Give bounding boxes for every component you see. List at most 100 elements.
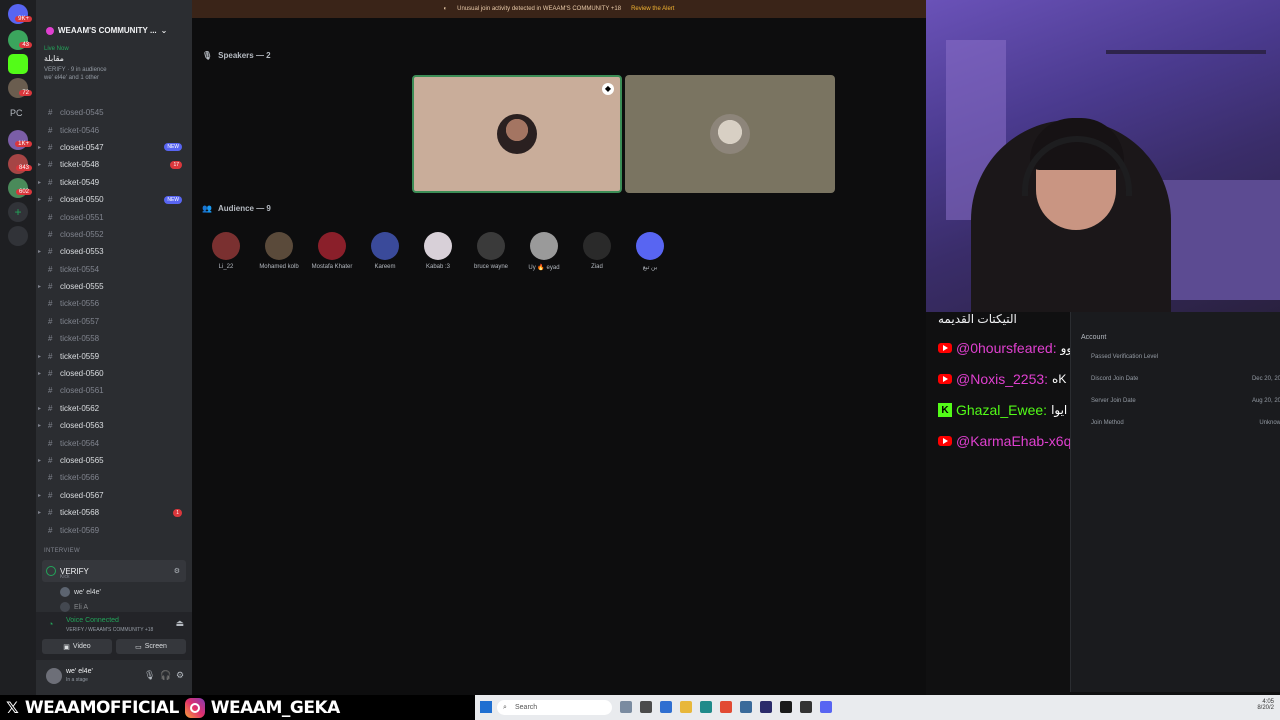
expand-arrow-icon[interactable]: ▸	[38, 457, 41, 464]
taskbar-app-icon[interactable]	[640, 701, 652, 713]
channel-item[interactable]: # ticket-0558	[36, 330, 192, 347]
audience-member[interactable]: Kabab :3	[413, 232, 463, 270]
add-server-icon[interactable]: +	[8, 202, 28, 222]
audience-member[interactable]: Ziad	[572, 232, 622, 270]
speaker-tile[interactable]: ◆	[412, 75, 622, 193]
expand-arrow-icon[interactable]: ▸	[38, 144, 41, 151]
channel-list: # closed-0545 # ticket-0546 ▸ # closed-0547 NEW…	[36, 104, 192, 539]
expand-arrow-icon[interactable]: ▸	[38, 509, 41, 516]
channel-item[interactable]: ▸ # closed-0555	[36, 278, 192, 295]
server-icon[interactable]	[8, 154, 28, 174]
premiere-icon[interactable]	[760, 701, 772, 713]
server-header[interactable]: WEAAM'S COMMUNITY ... ⌄	[46, 26, 167, 35]
channel-item[interactable]: ▸ # ticket-0548 17	[36, 156, 192, 173]
channel-item[interactable]: # ticket-0564	[36, 434, 192, 451]
channel-item[interactable]: # closed-0552	[36, 226, 192, 243]
channel-item[interactable]: ▸ # closed-0563	[36, 417, 192, 434]
tiktok-icon[interactable]	[780, 701, 792, 713]
channel-item[interactable]: ▸ # closed-0547 NEW	[36, 139, 192, 156]
expand-arrow-icon[interactable]: ▸	[38, 405, 41, 412]
live-stage-card[interactable]: Live Now مقابلة VERIFY · 9 in audience w…	[44, 46, 184, 81]
hash-icon: #	[48, 316, 53, 326]
channel-item[interactable]: # ticket-0556	[36, 295, 192, 312]
channel-item[interactable]: ▸ # closed-0560	[36, 365, 192, 382]
taskbar-app-icon[interactable]	[620, 701, 632, 713]
user-avatar[interactable]	[46, 668, 62, 684]
channel-name: closed-0547	[60, 142, 104, 152]
disconnect-icon[interactable]: ⏏	[175, 618, 184, 629]
audience-member[interactable]: Mostafa Khater	[307, 232, 357, 270]
expand-arrow-icon[interactable]: ▸	[38, 492, 41, 499]
settings-gear-icon[interactable]: ⚙	[176, 670, 184, 681]
channel-item[interactable]: # ticket-0554	[36, 261, 192, 278]
hash-icon: #	[48, 438, 53, 448]
stage-meta: VERIFY · 9 in audience	[44, 67, 107, 73]
server-icon[interactable]	[8, 130, 28, 150]
clock-date: 8/20/2	[1257, 705, 1274, 711]
clock[interactable]: 4:05 8/20/2	[1257, 699, 1274, 711]
channel-item[interactable]: ▸ # ticket-0562	[36, 400, 192, 417]
screen-share-button[interactable]: ▭ Screen	[116, 639, 186, 654]
discover-icon[interactable]	[8, 226, 28, 246]
instagram-icon	[184, 697, 205, 718]
expand-arrow-icon[interactable]: ▸	[38, 196, 41, 203]
edge-icon[interactable]	[700, 701, 712, 713]
audience-member[interactable]: Mohamed kolb	[254, 232, 304, 270]
file-explorer-icon[interactable]	[680, 701, 692, 713]
channel-item[interactable]: ▸ # ticket-0559	[36, 347, 192, 364]
headphones-icon[interactable]: 🎧	[160, 670, 171, 681]
channel-item[interactable]: # closed-0561	[36, 382, 192, 399]
channel-item[interactable]: ▸ # closed-0550 NEW	[36, 191, 192, 208]
expand-arrow-icon[interactable]: ▸	[38, 370, 41, 377]
expand-arrow-icon[interactable]: ▸	[38, 248, 41, 255]
expand-arrow-icon[interactable]: ▸	[38, 353, 41, 360]
audience-member[interactable]: بن تبع	[625, 232, 675, 271]
taskbar-search[interactable]: ⌕ Search	[497, 700, 612, 715]
taskbar-app-icon[interactable]	[740, 701, 752, 713]
server-icon[interactable]	[8, 178, 28, 198]
channel-name: ticket-0568	[60, 508, 100, 518]
audience-member[interactable]: bruce wayne	[466, 232, 516, 270]
mic-icon[interactable]: 🎙	[144, 670, 155, 681]
channel-item[interactable]: ▸ # closed-0567	[36, 487, 192, 504]
chat-username: @0hoursfeared:	[956, 340, 1057, 356]
channel-item[interactable]: ▸ # closed-0553	[36, 243, 192, 260]
review-alert-link[interactable]: Review the Alert	[631, 6, 674, 12]
voice-channel-path[interactable]: VERIFY / WEAAM'S COMMUNITY +18	[66, 627, 153, 633]
overlay-title: التيكتات القديمه	[938, 312, 1017, 326]
expand-arrow-icon[interactable]: ▸	[38, 179, 41, 186]
channel-item[interactable]: # ticket-0546	[36, 121, 192, 138]
speaker-avatar	[497, 114, 537, 154]
expand-arrow-icon[interactable]: ▸	[38, 161, 41, 168]
taskbar-app-icon[interactable]	[660, 701, 672, 713]
kick-icon: K	[938, 403, 952, 417]
voice-member[interactable]: we' el4e'	[60, 587, 101, 597]
channel-item[interactable]: # closed-0545	[36, 104, 192, 121]
channel-item[interactable]: # ticket-0557	[36, 313, 192, 330]
kick-server-icon[interactable]	[8, 54, 28, 74]
video-button[interactable]: ▣ Video	[42, 639, 112, 654]
channel-item[interactable]: ▸ # ticket-0568 1	[36, 504, 192, 521]
chat-message: K Ghazal_Ewee: ايوا ايوا	[938, 402, 1087, 418]
audience-member[interactable]: Uy 🔥 eyad	[519, 232, 569, 271]
category-interview[interactable]: INTERVIEW	[44, 548, 80, 554]
expand-arrow-icon[interactable]: ▸	[38, 422, 41, 429]
audience-member[interactable]: Kareem	[360, 232, 410, 270]
channel-item[interactable]: ▸ # closed-0565	[36, 452, 192, 469]
windows-start-icon[interactable]	[480, 701, 492, 713]
server-pc-label[interactable]: PC	[10, 108, 23, 118]
voice-member[interactable]: Eli A	[60, 602, 88, 612]
discord-icon[interactable]	[820, 701, 832, 713]
obs-icon[interactable]	[800, 701, 812, 713]
chrome-icon[interactable]	[720, 701, 732, 713]
channel-name: ticket-0559	[60, 351, 100, 361]
channel-item[interactable]: # closed-0551	[36, 208, 192, 225]
audience-member[interactable]: Li_22	[201, 232, 251, 270]
speaker-tile[interactable]	[625, 75, 835, 193]
expand-arrow-icon[interactable]: ▸	[38, 283, 41, 290]
channel-item[interactable]: ▸ # ticket-0549	[36, 174, 192, 191]
channel-item[interactable]: # ticket-0566	[36, 469, 192, 486]
gear-icon[interactable]: ⚙	[174, 567, 180, 575]
badge: 602	[15, 189, 32, 195]
channel-item[interactable]: # ticket-0569	[36, 521, 192, 538]
